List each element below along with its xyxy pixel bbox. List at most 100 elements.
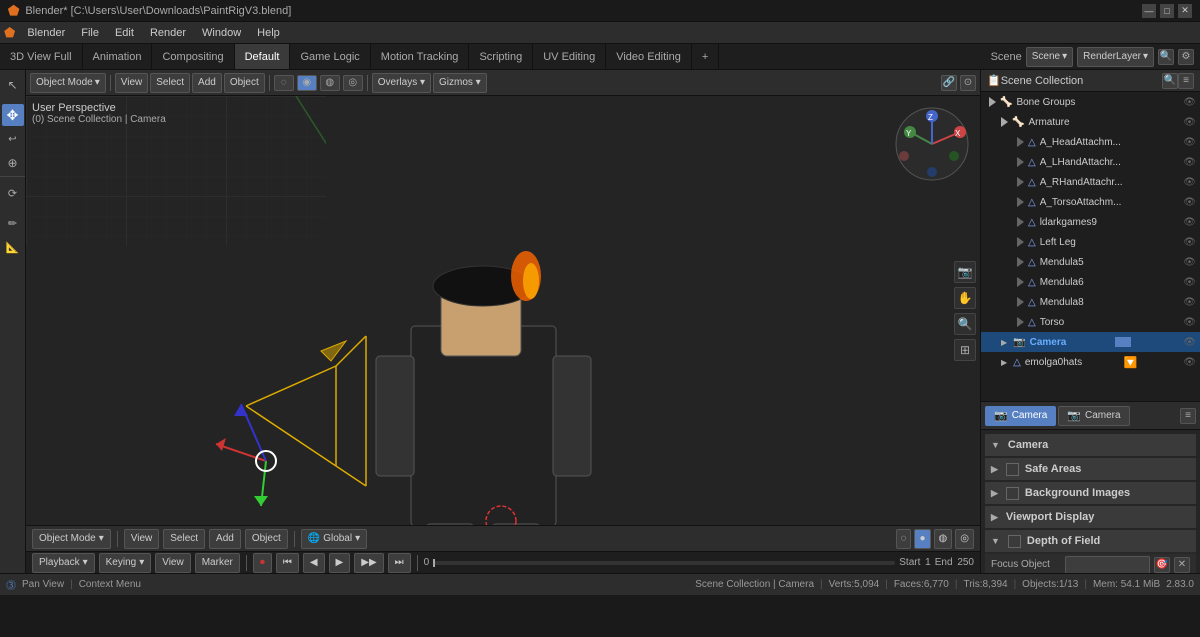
transform-icon[interactable]: ⟳ [2, 182, 24, 204]
section-bg-images-header[interactable]: ▶ Background Images [985, 482, 1196, 504]
emolga-visibility-icon[interactable]: 👁 [1183, 357, 1196, 368]
navigation-gizmo[interactable]: X Y Z [892, 104, 972, 184]
viewport-3d[interactable]: User Perspective (0) Scene Collection | … [26, 96, 980, 525]
shading-2[interactable]: ● [914, 529, 930, 549]
shading-3[interactable]: ◍ [934, 529, 953, 549]
tab-3dviewfull[interactable]: 3D View Full [0, 44, 83, 70]
focus-object-value[interactable] [1065, 556, 1150, 574]
outliner-item-torsoattach[interactable]: △ A_TorsoAttachm... 👁 [981, 192, 1200, 212]
record-btn[interactable]: ⏺ [253, 553, 272, 573]
outliner-item-mendula5[interactable]: △ Mendula5 👁 [981, 252, 1200, 272]
outliner-item-torso[interactable]: △ Torso 👁 [981, 312, 1200, 332]
next-frame-btn[interactable]: ▶▶ [354, 553, 383, 573]
props-list-icon[interactable]: ≡ [1180, 408, 1196, 424]
tab-gamelogic[interactable]: Game Logic [290, 44, 370, 70]
hand-tool-icon[interactable]: ✋ [954, 287, 976, 309]
outliner-item-bonegroups[interactable]: 🦴 Bone Groups 👁 [981, 92, 1200, 112]
renderlayer-selector[interactable]: RenderLayer ▾ [1077, 47, 1154, 67]
dof-checkbox[interactable] [1008, 535, 1021, 548]
outliner-item-armature[interactable]: 🦴 Armature 👁 [981, 112, 1200, 132]
camera-visibility-icon[interactable]: 👁 [1183, 337, 1196, 348]
torso-visibility-icon[interactable]: 👁 [1183, 317, 1196, 328]
proportional-icon[interactable]: ⊙ [960, 75, 976, 91]
ldark-visibility-icon[interactable]: 👁 [1183, 217, 1196, 228]
outliner-item-headattach[interactable]: △ A_HeadAttachm... 👁 [981, 132, 1200, 152]
minimize-button[interactable]: — [1142, 4, 1156, 18]
armature-visibility-icon[interactable]: 👁 [1183, 117, 1196, 128]
play-btn[interactable]: ▶ [329, 553, 351, 573]
tab-default[interactable]: Default [235, 44, 291, 70]
scene-selector[interactable]: Scene ▾ [1026, 47, 1073, 67]
object-mode-btn[interactable]: Object Mode▾ [32, 529, 111, 549]
object-menu[interactable]: Object [224, 73, 265, 93]
close-button[interactable]: ✕ [1178, 4, 1192, 18]
view-menu[interactable]: View [115, 73, 149, 93]
lhand-visibility-icon[interactable]: 👁 [1183, 157, 1196, 168]
camera-toggle-icon[interactable]: 📷 [954, 261, 976, 283]
measure-icon[interactable]: 📐 [2, 236, 24, 258]
prev-frame-btn[interactable]: ◀ [303, 553, 325, 573]
window-controls[interactable]: — □ ✕ [1142, 4, 1192, 18]
section-safe-areas-header[interactable]: ▶ Safe Areas [985, 458, 1196, 480]
skip-end-btn[interactable]: ⏭ [388, 553, 411, 573]
safe-areas-checkbox[interactable] [1006, 463, 1019, 476]
shading-rendered[interactable]: ◎ [343, 75, 363, 91]
shading-solid[interactable]: ◉ [297, 75, 317, 91]
outliner-item-mendula6[interactable]: △ Mendula6 👁 [981, 272, 1200, 292]
leftleg-visibility-icon[interactable]: 👁 [1183, 237, 1196, 248]
outliner-item-emolga[interactable]: ▶ △ emolga0hats 🔽 👁 [981, 352, 1200, 372]
shading-material[interactable]: ◍ [320, 75, 340, 91]
scale-icon[interactable]: ⊕ [2, 152, 24, 174]
view3-btn[interactable]: View [155, 553, 191, 573]
tab-uvediting[interactable]: UV Editing [533, 44, 606, 70]
shading-1[interactable]: ◌ [896, 529, 912, 549]
focus-object-clear-icon[interactable]: ✕ [1174, 557, 1190, 573]
tab-scripting[interactable]: Scripting [469, 44, 533, 70]
add-btn[interactable]: Add [209, 529, 241, 549]
outliner-settings-icon[interactable]: ≡ [1178, 73, 1194, 89]
rhand-visibility-icon[interactable]: 👁 [1183, 177, 1196, 188]
menu-blender[interactable]: Blender [19, 22, 73, 44]
settings-icon[interactable]: ⚙ [1178, 49, 1194, 65]
rotate-icon[interactable]: ↩ [2, 128, 24, 150]
outliner-item-lhand[interactable]: △ A_LHandAttachr... 👁 [981, 152, 1200, 172]
outliner-item-leftleg[interactable]: △ Left Leg 👁 [981, 232, 1200, 252]
grid-view-icon[interactable]: ⊞ [954, 339, 976, 361]
annotate-icon[interactable]: ✏ [2, 212, 24, 234]
section-viewport-display-header[interactable]: ▶ Viewport Display [985, 506, 1196, 528]
mode-selector[interactable]: Object Mode ▾ [30, 73, 106, 93]
timeline-bar[interactable] [433, 561, 895, 565]
playback-btn[interactable]: Playback▾ [32, 553, 95, 573]
shading-4[interactable]: ◎ [955, 529, 974, 549]
menu-file[interactable]: File [73, 22, 107, 44]
marker-btn[interactable]: Marker [195, 553, 240, 573]
tab-add[interactable]: + [692, 44, 719, 70]
cursor-icon[interactable]: ↖ [2, 74, 24, 96]
camera-tab2[interactable]: 📷 Camera [1058, 406, 1129, 426]
outliner-item-rhand[interactable]: △ A_RHandAttachr... 👁 [981, 172, 1200, 192]
snap-icon[interactable]: 🔗 [941, 75, 957, 91]
tab-compositing[interactable]: Compositing [152, 44, 234, 70]
select-menu[interactable]: Select [150, 73, 190, 93]
view-btn[interactable]: View [124, 529, 160, 549]
head-visibility-icon[interactable]: 👁 [1183, 137, 1196, 148]
mendula6-visibility-icon[interactable]: 👁 [1183, 277, 1196, 288]
add-menu[interactable]: Add [192, 73, 222, 93]
tab-videoediting[interactable]: Video Editing [606, 44, 692, 70]
mendula8-visibility-icon[interactable]: 👁 [1183, 297, 1196, 308]
global-btn[interactable]: 🌐 Global▾ [301, 529, 367, 549]
visibility-icon[interactable]: 👁 [1183, 97, 1196, 108]
shading-wireframe[interactable]: ◌ [274, 75, 294, 91]
section-camera-header[interactable]: ▼ Camera [985, 434, 1196, 456]
outliner-filter-icon[interactable]: 🔍 [1162, 73, 1178, 89]
select-btn[interactable]: Select [163, 529, 205, 549]
skip-start-btn[interactable]: ⏮ [276, 553, 299, 573]
gizmo-toggle[interactable]: Gizmos ▾ [433, 73, 487, 93]
toggle-icon[interactable]: 🔍 [1158, 49, 1174, 65]
outliner-item-camera[interactable]: ▶ 📷 Camera 👁 [981, 332, 1200, 352]
menu-render[interactable]: Render [142, 22, 194, 44]
outliner-item-mendula8[interactable]: △ Mendula8 👁 [981, 292, 1200, 312]
zoom-icon[interactable]: 🔍 [954, 313, 976, 335]
move-icon[interactable]: ✥ [2, 104, 24, 126]
outliner-item-ldark[interactable]: △ ldarkgames9 👁 [981, 212, 1200, 232]
